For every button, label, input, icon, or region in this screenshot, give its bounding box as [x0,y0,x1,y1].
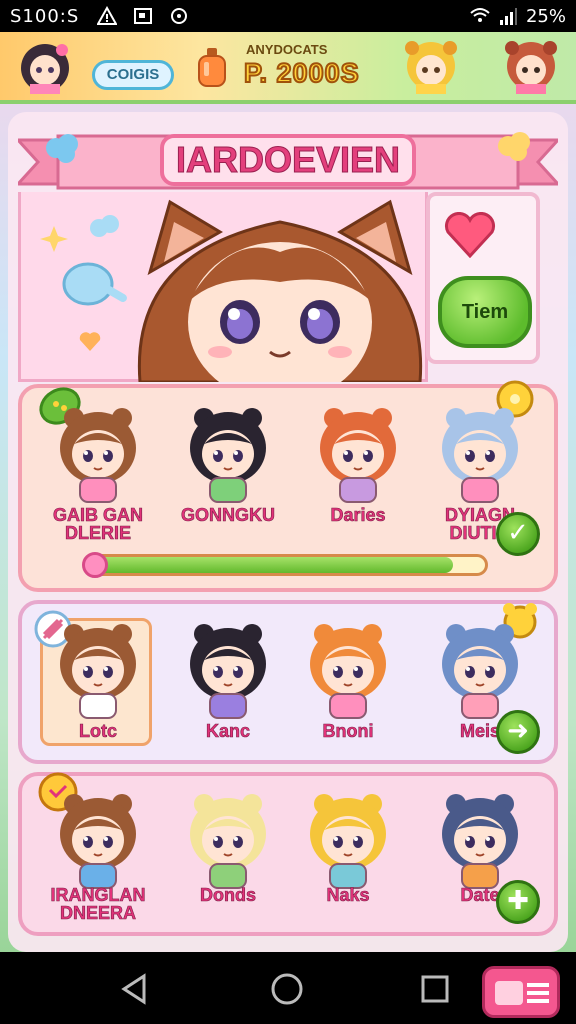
top-bar: COIGIS ANYDOCATS P. 2000S [0,32,576,104]
sync-icon [171,8,188,24]
row2-character-1[interactable] [50,620,146,720]
screenshot-icon [134,8,153,24]
row3-character-label: IRANGLAN DNEERA [50,885,146,923]
progress-fill [89,557,454,573]
row3-character-3[interactable] [300,790,396,890]
row3-character-1[interactable] [50,790,146,890]
row2-character-label: Lotc [79,721,118,741]
row2-character-3[interactable] [300,620,396,720]
player-avatar-icon[interactable] [16,38,74,96]
row1-character-label: GONNGKU [181,505,276,525]
coins-counter[interactable]: COIGIS [92,60,174,90]
score-caption: ANYDOCATS [246,42,328,57]
progress-bar [86,554,488,576]
row2-next-button[interactable]: ➜ [496,710,540,754]
row1-character-2[interactable] [180,404,276,504]
row1-character-4[interactable] [432,404,528,504]
heart-small-icon [79,332,101,351]
potion-icon[interactable] [196,48,228,88]
row2-character-label: Kanc [205,721,251,741]
signal-icon [499,8,517,25]
menu-icon [495,981,549,1005]
row3-character-label: Donds [200,885,257,905]
row3-character-2[interactable] [180,790,276,890]
row3-add-button[interactable]: ✚ [496,880,540,924]
sparkle-icon [40,226,68,252]
row1-character-label: Daries [330,505,386,525]
score-value: P. 2000S [243,57,360,89]
battery-percent: 25% [525,5,566,27]
progress-knob-icon [82,552,108,578]
wifi-icon [470,8,490,22]
row3-character-4[interactable] [432,790,528,890]
row2-character-4[interactable] [432,620,528,720]
row2-character-label: Bnoni [322,721,374,741]
home-icon[interactable] [270,972,304,1006]
row1-character-label: GAIB GAN DLERIE [53,505,144,543]
candy-icon [62,262,127,306]
row2-character-2[interactable] [180,620,276,720]
row1-confirm-button[interactable]: ✓ [496,512,540,556]
page-title: IARDOEVIEN [160,134,416,186]
cloud-sticker-icon [46,134,78,163]
heart-icon [444,212,496,258]
rival-avatar-icon[interactable] [502,38,560,96]
friend-avatar-icon[interactable] [402,38,460,96]
item-button[interactable]: Tiem [438,276,532,348]
cloud-small-icon [90,215,119,237]
row3-character-label: Naks [326,885,370,905]
row1-character-1[interactable] [50,404,146,504]
status-time: S100:S [10,5,80,27]
hero-character[interactable] [130,192,430,382]
game-menu-button[interactable] [482,966,560,1018]
warning-icon [97,6,118,25]
back-icon[interactable] [118,972,152,1006]
star-sticker-icon [498,132,530,161]
status-bar: S100:S 25% [0,0,576,32]
recents-icon[interactable] [418,972,452,1006]
row1-character-3[interactable] [310,404,406,504]
